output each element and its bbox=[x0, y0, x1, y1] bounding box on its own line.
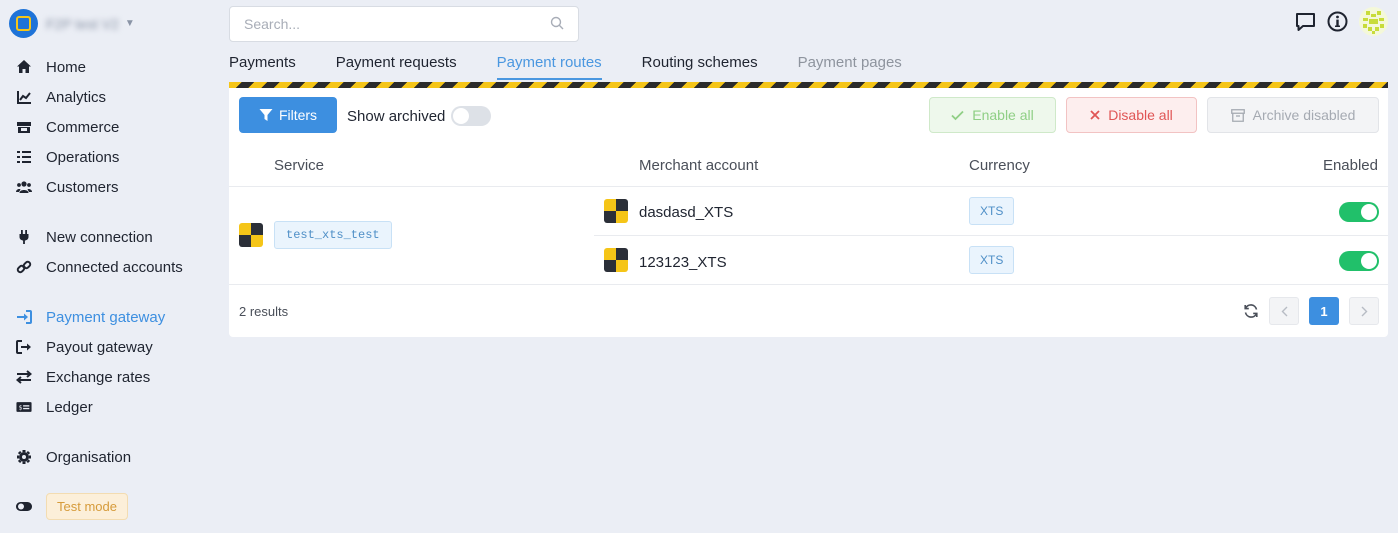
merchant-provider-icon bbox=[604, 248, 628, 272]
avatar[interactable] bbox=[1359, 7, 1388, 36]
test-mode-stripe bbox=[229, 82, 1388, 88]
enabled-toggle[interactable] bbox=[1339, 251, 1379, 271]
close-icon bbox=[1090, 110, 1100, 120]
comment-icon[interactable] bbox=[1295, 12, 1316, 32]
show-archived-label: Show archived bbox=[347, 107, 446, 125]
svg-text:$: $ bbox=[19, 405, 23, 412]
table-bottom-divider bbox=[229, 284, 1388, 285]
nav-payout-gateway[interactable]: Payout gateway bbox=[16, 337, 153, 357]
sign-out-icon bbox=[16, 339, 32, 355]
tab-payment-requests[interactable]: Payment requests bbox=[336, 54, 457, 80]
ledger-icon: $ bbox=[16, 399, 32, 415]
search-input[interactable] bbox=[244, 16, 550, 32]
filters-label: Filters bbox=[278, 107, 318, 123]
sign-in-icon bbox=[16, 309, 32, 325]
test-mode-toggle[interactable]: Test mode bbox=[16, 492, 128, 520]
chevron-left-icon bbox=[1281, 306, 1287, 316]
currency-badge: XTS bbox=[969, 246, 1015, 274]
nav-new-connection-label: New connection bbox=[46, 228, 153, 246]
enable-all-label: Enable all bbox=[972, 107, 1034, 123]
chevron-right-icon bbox=[1361, 306, 1367, 316]
payment-routes-panel: Filters Show archived Enable all Disable… bbox=[229, 82, 1388, 337]
nav-payment-gateway-label: Payment gateway bbox=[46, 308, 166, 326]
info-icon[interactable] bbox=[1327, 11, 1348, 32]
provider-icon bbox=[239, 223, 263, 247]
filter-icon bbox=[259, 109, 273, 121]
service-tag[interactable]: test_xts_test bbox=[274, 221, 392, 249]
tab-payment-routes[interactable]: Payment routes bbox=[496, 54, 602, 80]
disable-all-label: Disable all bbox=[1108, 107, 1173, 123]
filters-button[interactable]: Filters bbox=[239, 97, 337, 133]
nav-customers-label: Customers bbox=[46, 178, 119, 196]
link-icon bbox=[16, 259, 32, 275]
nav-commerce[interactable]: Commerce bbox=[16, 117, 119, 137]
sidebar: F2P test V2 ▼ Home Analytics Commerce Op… bbox=[0, 0, 220, 533]
toggle-icon bbox=[16, 498, 32, 514]
column-header-currency[interactable]: Currency bbox=[969, 157, 1030, 174]
nav-exchange-rates[interactable]: Exchange rates bbox=[16, 367, 150, 387]
nav-analytics[interactable]: Analytics bbox=[16, 87, 106, 107]
tab-payment-pages[interactable]: Payment pages bbox=[798, 54, 902, 80]
plug-icon bbox=[16, 229, 32, 245]
pagination-page-1[interactable]: 1 bbox=[1309, 297, 1339, 325]
nav-home-label: Home bbox=[46, 58, 87, 76]
results-count: 2 results bbox=[239, 304, 289, 319]
merchant-account[interactable]: 123123_XTS bbox=[639, 254, 727, 271]
nav-new-connection[interactable]: New connection bbox=[16, 227, 153, 247]
merchant-account[interactable]: dasdasd_XTS bbox=[639, 204, 733, 221]
nav-operations-label: Operations bbox=[46, 148, 120, 166]
check-icon bbox=[951, 110, 964, 121]
store-icon bbox=[16, 119, 32, 135]
exchange-icon bbox=[16, 369, 32, 385]
tab-payments[interactable]: Payments bbox=[229, 54, 296, 80]
nav-connected-accounts-label: Connected accounts bbox=[46, 258, 183, 276]
nav-operations[interactable]: Operations bbox=[16, 147, 119, 167]
nav-payout-gateway-label: Payout gateway bbox=[46, 338, 153, 356]
enable-all-button[interactable]: Enable all bbox=[929, 97, 1056, 133]
archive-disabled-button[interactable]: Archive disabled bbox=[1207, 97, 1379, 133]
show-archived: Show archived bbox=[347, 106, 492, 126]
pagination-prev[interactable] bbox=[1269, 297, 1299, 325]
nav-ledger-label: Ledger bbox=[46, 398, 93, 416]
header-divider bbox=[229, 186, 1388, 187]
list-icon bbox=[16, 149, 32, 165]
nav-organisation-label: Organisation bbox=[46, 448, 132, 466]
nav-customers[interactable]: Customers bbox=[16, 177, 119, 197]
show-archived-toggle[interactable] bbox=[451, 106, 492, 126]
nav-connected-accounts[interactable]: Connected accounts bbox=[16, 257, 183, 277]
tab-routing-schemes[interactable]: Routing schemes bbox=[642, 54, 758, 80]
search-bar bbox=[229, 6, 579, 42]
nav-exchange-rates-label: Exchange rates bbox=[46, 368, 151, 386]
pagination-next[interactable] bbox=[1349, 297, 1379, 325]
refresh-icon[interactable] bbox=[1243, 303, 1259, 322]
column-header-service[interactable]: Service bbox=[274, 157, 324, 174]
nav-home[interactable]: Home bbox=[16, 57, 86, 77]
test-mode-badge: Test mode bbox=[46, 492, 128, 520]
gear-icon bbox=[16, 449, 32, 465]
nav-payment-gateway[interactable]: Payment gateway bbox=[16, 307, 165, 327]
home-icon bbox=[16, 59, 32, 75]
line-chart-icon bbox=[16, 89, 32, 105]
nav-analytics-label: Analytics bbox=[46, 88, 107, 106]
tab-bar: Payments Payment requests Payment routes… bbox=[229, 54, 942, 80]
nav-commerce-label: Commerce bbox=[46, 118, 120, 136]
enabled-toggle[interactable] bbox=[1339, 202, 1379, 222]
nav-organisation[interactable]: Organisation bbox=[16, 447, 131, 467]
column-header-enabled[interactable]: Enabled bbox=[1323, 157, 1378, 174]
chevron-down-icon: ▼ bbox=[124, 18, 135, 29]
search-icon[interactable] bbox=[550, 16, 564, 33]
disable-all-button[interactable]: Disable all bbox=[1066, 97, 1197, 133]
org-name: F2P test V2 bbox=[46, 15, 119, 32]
currency-badge: XTS bbox=[969, 197, 1015, 225]
nav-ledger[interactable]: $ Ledger bbox=[16, 397, 93, 417]
archive-icon bbox=[1230, 108, 1245, 122]
archive-disabled-label: Archive disabled bbox=[1252, 107, 1356, 123]
top-actions bbox=[1284, 7, 1388, 36]
users-icon bbox=[16, 179, 32, 195]
org-switcher[interactable]: F2P test V2 ▼ bbox=[9, 9, 135, 38]
brand-logo bbox=[9, 9, 38, 38]
row-divider bbox=[594, 235, 1388, 236]
merchant-provider-icon bbox=[604, 199, 628, 223]
column-header-merchant-account[interactable]: Merchant account bbox=[639, 157, 758, 174]
